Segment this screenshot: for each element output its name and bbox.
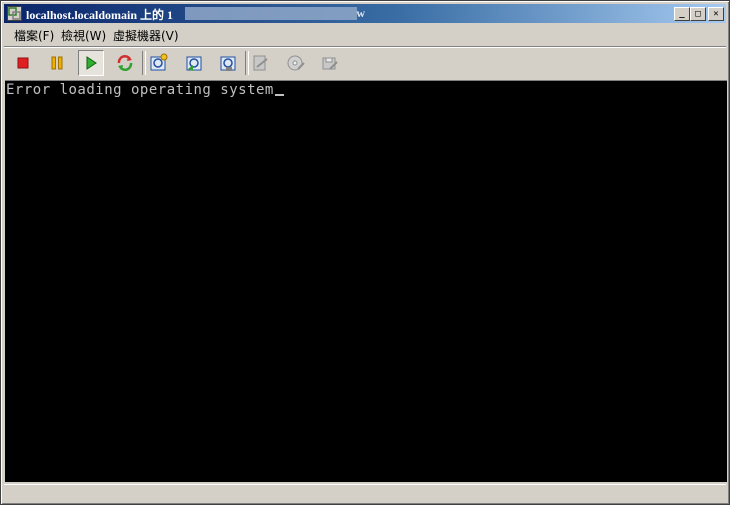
vm-console-window: localhost.localdomain 上的 1 w _ □ ✕ 檔案(F)… — [0, 0, 730, 505]
power-off-button[interactable] — [10, 50, 36, 76]
cd-icon — [287, 55, 305, 71]
floppy-button[interactable] — [317, 50, 343, 76]
menu-vm[interactable]: 虛擬機器(V) — [113, 27, 179, 44]
suspend-button[interactable] — [44, 50, 70, 76]
floppy-icon — [322, 57, 338, 70]
console-output: Error loading operating system — [6, 82, 284, 98]
minimize-button[interactable]: _ — [674, 7, 690, 21]
title-bar[interactable]: localhost.localdomain 上的 1 w _ □ ✕ — [4, 4, 726, 23]
edit-settings-button[interactable] — [248, 50, 274, 76]
play-icon — [86, 56, 97, 70]
power-on-button[interactable] — [78, 50, 104, 76]
snapshot-icon — [150, 53, 168, 71]
revert-snapshot-icon — [186, 56, 202, 71]
reset-button[interactable] — [112, 50, 138, 76]
window-title: localhost.localdomain 上的 1 — [26, 8, 174, 22]
text-cursor — [274, 94, 284, 96]
close-button[interactable]: ✕ — [708, 7, 724, 21]
menu-view[interactable]: 檢視(W) — [61, 27, 106, 44]
title-suffix: w — [356, 6, 365, 20]
maximize-button[interactable]: □ — [690, 7, 706, 21]
cd-dvd-button[interactable] — [283, 50, 309, 76]
revert-snapshot-button[interactable] — [181, 50, 207, 76]
stop-icon — [17, 57, 29, 69]
snapshot-manager-icon — [220, 56, 236, 71]
snapshot-button[interactable] — [146, 50, 172, 76]
console-message: Error loading operating system — [6, 82, 274, 98]
pause-icon — [51, 56, 63, 70]
refresh-icon — [117, 55, 133, 71]
vm-console-screen[interactable]: Error loading operating system — [5, 80, 727, 482]
menu-file[interactable]: 檔案(F) — [14, 27, 54, 44]
edit-settings-icon — [253, 55, 268, 71]
menu-bar: 檔案(F) 檢視(W) 虛擬機器(V) — [4, 25, 726, 45]
redacted-title-area: w — [185, 6, 365, 20]
toolbar — [4, 46, 726, 78]
snapshot-manager-button[interactable] — [215, 50, 241, 76]
status-bar — [4, 484, 726, 502]
vm-app-icon — [7, 6, 22, 21]
